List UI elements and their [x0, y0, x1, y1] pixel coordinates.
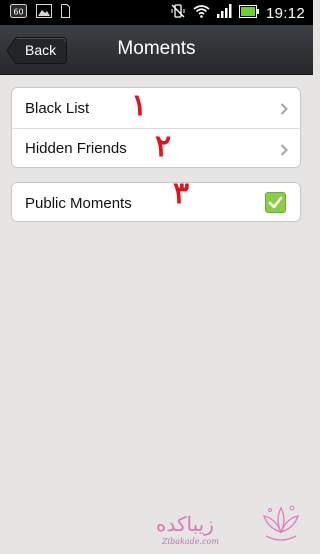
sd-card-icon — [61, 4, 70, 23]
hidden-friends-label: Hidden Friends — [25, 140, 127, 157]
page-title: Moments — [117, 38, 196, 59]
status-bar-left: 60 — [10, 4, 70, 23]
hidden-friends-row[interactable]: Hidden Friends ٢ — [12, 128, 300, 167]
lotus-logo-icon — [263, 505, 299, 541]
battery-icon — [238, 4, 259, 23]
notification-badge-icon: 60 — [10, 4, 27, 23]
public-moments-label: Public Moments — [25, 194, 132, 212]
annotation-number-3: ٣ — [173, 182, 190, 211]
watermark-subtext: Zibakade.com — [162, 537, 219, 546]
watermark: زیباکده Zibakade.com — [148, 500, 308, 550]
public-moments-row[interactable]: Public Moments ٣ — [12, 182, 300, 221]
status-bar-right: 19:12 — [170, 3, 305, 24]
title-bar: Back Moments — [0, 25, 313, 75]
black-list-row[interactable]: Black List ١ — [12, 88, 300, 128]
settings-group: Black List ١ Hidden Friends ٢ — [11, 87, 301, 168]
public-moments-checkbox[interactable] — [265, 192, 286, 213]
public-moments-group: Public Moments ٣ — [11, 182, 301, 222]
gallery-icon — [36, 4, 52, 23]
notification-badge-text: 60 — [13, 8, 23, 17]
annotation-number-2: ٢ — [155, 129, 172, 164]
status-bar: 60 19:12 — [0, 0, 313, 25]
chevron-right-icon — [280, 143, 288, 160]
signal-icon — [216, 4, 232, 23]
silent-vibrate-icon — [170, 3, 186, 24]
wifi-icon — [193, 4, 210, 23]
checkmark-icon — [268, 196, 283, 209]
chevron-right-icon — [280, 102, 288, 119]
watermark-text: زیباکده — [156, 512, 214, 536]
annotation-number-1: ١ — [131, 88, 148, 123]
black-list-label: Black List — [25, 99, 90, 117]
status-clock: 19:12 — [265, 5, 305, 22]
